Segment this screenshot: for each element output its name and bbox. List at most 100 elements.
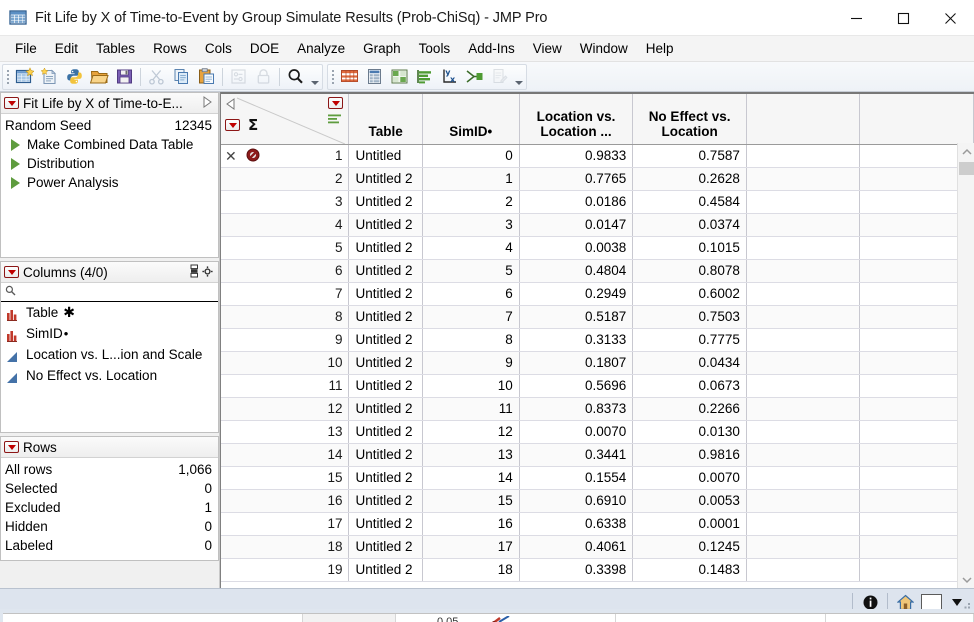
- cell-location-vs-location[interactable]: 0.3441: [519, 443, 633, 466]
- row-number-cell[interactable]: 8: [221, 305, 349, 328]
- paste-icon[interactable]: [194, 65, 219, 89]
- cell-empty-1[interactable]: [746, 351, 860, 374]
- cell-empty-1[interactable]: [746, 535, 860, 558]
- cell-no-effect-vs-location[interactable]: 0.0673: [633, 374, 747, 397]
- row-number-cell[interactable]: 16: [221, 489, 349, 512]
- cell-table[interactable]: Untitled 2: [349, 443, 422, 466]
- cell-simid[interactable]: 7: [422, 305, 519, 328]
- column-header-no-effect-vs-location[interactable]: No Effect vs. Location: [633, 93, 747, 144]
- vertical-scrollbar[interactable]: [957, 143, 974, 588]
- scrollbar-thumb[interactable]: [959, 162, 974, 175]
- menu-file[interactable]: File: [6, 38, 46, 59]
- cell-empty-1[interactable]: [746, 466, 860, 489]
- gear-icon[interactable]: [202, 265, 213, 280]
- cell-no-effect-vs-location[interactable]: 0.7587: [633, 144, 747, 167]
- row-number-cell[interactable]: 19: [221, 558, 349, 581]
- cell-no-effect-vs-location[interactable]: 0.1483: [633, 558, 747, 581]
- menu-graph[interactable]: Graph: [354, 38, 410, 59]
- toolbar-overflow-button[interactable]: [308, 65, 321, 89]
- open-folder-icon[interactable]: [87, 65, 112, 89]
- row-number-cell[interactable]: 2: [221, 167, 349, 190]
- cell-location-vs-location[interactable]: 0.1554: [519, 466, 633, 489]
- cell-no-effect-vs-location[interactable]: 0.7775: [633, 328, 747, 351]
- cell-table[interactable]: Untitled 2: [349, 558, 422, 581]
- cell-simid[interactable]: 12: [422, 420, 519, 443]
- table-row[interactable]: 12Untitled 2110.83730.2266: [221, 397, 974, 420]
- cell-location-vs-location[interactable]: 0.3133: [519, 328, 633, 351]
- table-row[interactable]: 18Untitled 2170.40610.1245: [221, 535, 974, 558]
- cell-no-effect-vs-location[interactable]: 0.2266: [633, 397, 747, 420]
- cell-table[interactable]: Untitled 2: [349, 351, 422, 374]
- cell-empty-1[interactable]: [746, 512, 860, 535]
- minimize-button[interactable]: [833, 0, 880, 36]
- column-filter-icon[interactable]: [190, 264, 199, 281]
- table-row[interactable]: 8Untitled 270.51870.7503: [221, 305, 974, 328]
- cell-table[interactable]: Untitled 2: [349, 374, 422, 397]
- cell-empty-1[interactable]: [746, 282, 860, 305]
- cell-table[interactable]: Untitled 2: [349, 397, 422, 420]
- cell-table[interactable]: Untitled 2: [349, 466, 422, 489]
- table-row[interactable]: 3Untitled 220.01860.4584: [221, 190, 974, 213]
- cell-no-effect-vs-location[interactable]: 0.0130: [633, 420, 747, 443]
- cell-table[interactable]: Untitled 2: [349, 535, 422, 558]
- row-number-cell[interactable]: 12: [221, 397, 349, 420]
- cell-simid[interactable]: 18: [422, 558, 519, 581]
- cell-empty-1[interactable]: [746, 236, 860, 259]
- cell-location-vs-location[interactable]: 0.7765: [519, 167, 633, 190]
- row-number-cell[interactable]: ✕1: [221, 144, 349, 167]
- row-number-cell[interactable]: 13: [221, 420, 349, 443]
- cell-simid[interactable]: 8: [422, 328, 519, 351]
- cell-no-effect-vs-location[interactable]: 0.0434: [633, 351, 747, 374]
- table-row[interactable]: 15Untitled 2140.15540.0070: [221, 466, 974, 489]
- python-script-icon[interactable]: [62, 65, 87, 89]
- run-script-green-triangle-icon[interactable]: [11, 177, 20, 189]
- menu-analyze[interactable]: Analyze: [288, 38, 354, 59]
- table-row[interactable]: 16Untitled 2150.69100.0053: [221, 489, 974, 512]
- column-header-empty-1[interactable]: [746, 93, 860, 144]
- cell-table[interactable]: Untitled 2: [349, 305, 422, 328]
- cell-empty-1[interactable]: [746, 144, 860, 167]
- scroll-down-button[interactable]: [958, 571, 974, 588]
- cell-location-vs-location[interactable]: 0.6910: [519, 489, 633, 512]
- table-row[interactable]: 11Untitled 2100.56960.0673: [221, 374, 974, 397]
- red-triangle-menu-icon[interactable]: [4, 97, 19, 109]
- cell-no-effect-vs-location[interactable]: 0.7503: [633, 305, 747, 328]
- columns-search-input[interactable]: [1, 283, 218, 302]
- table-row[interactable]: 13Untitled 2120.00700.0130: [221, 420, 974, 443]
- script-distribution[interactable]: Distribution: [1, 154, 218, 173]
- run-script-green-triangle-icon[interactable]: [11, 139, 20, 151]
- cell-empty-1[interactable]: [746, 397, 860, 420]
- cell-empty-1[interactable]: [746, 443, 860, 466]
- cell-no-effect-vs-location[interactable]: 0.0001: [633, 512, 747, 535]
- column-header-table[interactable]: Table: [349, 93, 422, 144]
- cell-table[interactable]: Untitled 2: [349, 259, 422, 282]
- row-number-cell[interactable]: 5: [221, 236, 349, 259]
- row-number-cell[interactable]: 3: [221, 190, 349, 213]
- cell-location-vs-location[interactable]: 0.5696: [519, 374, 633, 397]
- cell-simid[interactable]: 15: [422, 489, 519, 512]
- cell-location-vs-location[interactable]: 0.0038: [519, 236, 633, 259]
- row-number-cell[interactable]: 18: [221, 535, 349, 558]
- cell-empty-1[interactable]: [746, 489, 860, 512]
- cell-table[interactable]: Untitled 2: [349, 236, 422, 259]
- table-row[interactable]: 6Untitled 250.48040.8078: [221, 259, 974, 282]
- cell-location-vs-location[interactable]: 0.4804: [519, 259, 633, 282]
- cell-simid[interactable]: 2: [422, 190, 519, 213]
- cell-simid[interactable]: 5: [422, 259, 519, 282]
- cell-empty-1[interactable]: [746, 305, 860, 328]
- data-table-grid-icon[interactable]: [337, 65, 362, 89]
- cell-table[interactable]: Untitled 2: [349, 190, 422, 213]
- cell-location-vs-location[interactable]: 0.4061: [519, 535, 633, 558]
- red-triangle-menu-icon[interactable]: [4, 266, 19, 278]
- script-make-combined-data-table[interactable]: Make Combined Data Table: [1, 135, 218, 154]
- subset-tile-icon[interactable]: [387, 65, 412, 89]
- cell-table[interactable]: Untitled 2: [349, 167, 422, 190]
- column-header-simid[interactable]: SimID•: [422, 93, 519, 144]
- cell-simid[interactable]: 16: [422, 512, 519, 535]
- cell-table[interactable]: Untitled 2: [349, 512, 422, 535]
- cell-simid[interactable]: 6: [422, 282, 519, 305]
- menu-window[interactable]: Window: [571, 38, 637, 59]
- cell-simid[interactable]: 1: [422, 167, 519, 190]
- cell-no-effect-vs-location[interactable]: 0.0070: [633, 466, 747, 489]
- cell-no-effect-vs-location[interactable]: 0.1015: [633, 236, 747, 259]
